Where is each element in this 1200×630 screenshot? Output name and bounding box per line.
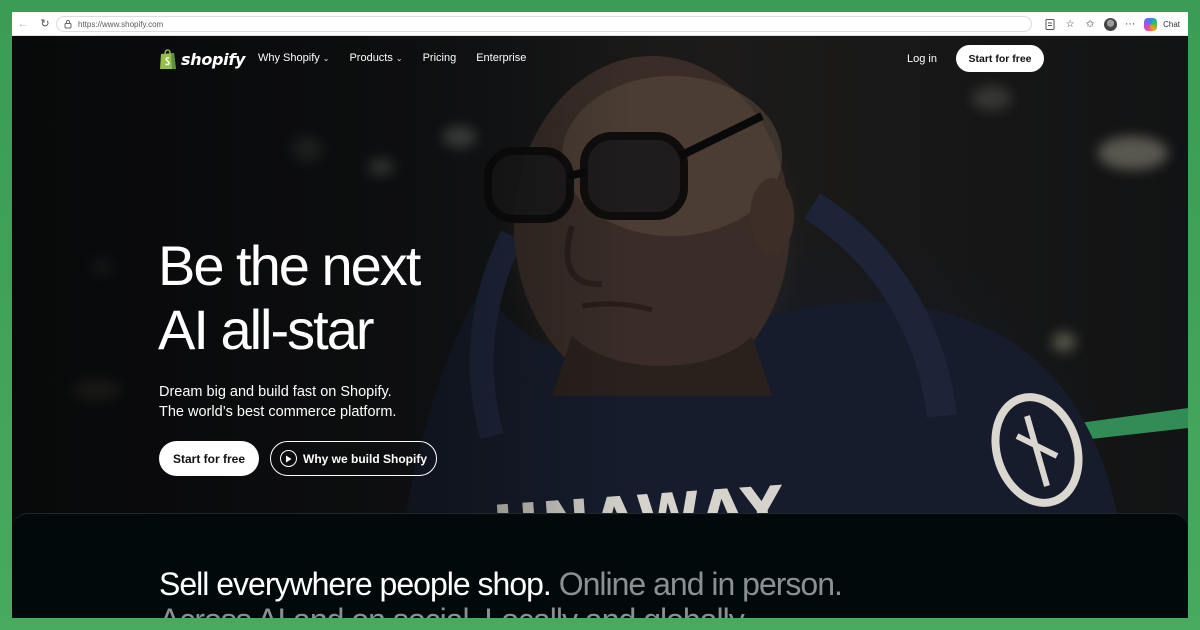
sell-everywhere-section: Sell everywhere people shop. Online and … [12,513,1188,618]
headline-line-1: Be the next [158,234,421,297]
headline-line-2: AI all-star [158,298,375,361]
nav-products[interactable]: Products ⌄ [349,52,402,64]
chevron-down-icon: ⌄ [395,53,403,63]
heading-white-text: Sell everywhere people shop. [159,566,552,602]
site-header: shopify Why Shopify ⌄ Products ⌄ Pricing… [12,36,1188,82]
nav-link-label: Enterprise [476,52,527,64]
start-for-free-header-button[interactable]: Start for free [956,45,1044,72]
heading-gray-text: Online and in person. [558,566,843,602]
why-we-build-label: Why we build Shopify [303,451,427,466]
more-icon[interactable]: ⋯ [1123,17,1137,31]
copilot-button[interactable] [1143,17,1157,31]
shopify-bag-icon [160,48,176,69]
star-icon[interactable]: ☆ [1063,17,1077,31]
shopify-logo[interactable]: shopify [159,48,245,70]
nav-pricing[interactable]: Pricing [423,52,457,64]
login-link[interactable]: Log in [907,53,937,65]
heading-second-line: Across AI and on social. Locally and glo… [159,602,1059,618]
browser-window: ← ↻ https://www.shopify.com ☆ ✩ ⋯ Chat U… [12,12,1188,618]
start-for-free-button[interactable]: Start for free [159,441,259,476]
why-we-build-shopify-button[interactable]: Why we build Shopify [270,441,437,476]
hero-subheadline: Dream big and build fast on Shopify. The… [159,382,396,422]
hero-headline: Be the next AI all-star [158,234,421,362]
section-heading: Sell everywhere people shop. Online and … [159,566,1059,618]
profile-button[interactable] [1103,17,1117,31]
chevron-down-icon: ⌄ [322,53,330,63]
nav-link-label: Why Shopify [258,52,320,64]
nav-link-label: Pricing [422,52,457,64]
play-icon [280,450,297,467]
lock-icon [64,20,72,29]
back-arrow-icon[interactable]: ← [12,12,34,36]
nav-why-shopify[interactable]: Why Shopify ⌄ [258,52,329,64]
address-bar[interactable]: https://www.shopify.com [56,16,1032,32]
address-url: https://www.shopify.com [78,19,164,29]
subheadline-line-2: The world’s best commerce platform. [159,404,397,420]
refresh-icon[interactable]: ↻ [34,12,56,36]
subheadline-line-1: Dream big and build fast on Shopify. [159,384,392,400]
nav-enterprise[interactable]: Enterprise [476,52,526,64]
hero-cta-row: Start for free Why we build Shopify [159,441,437,476]
favorites-icon[interactable]: ✩ [1083,17,1097,31]
profile-avatar [1103,17,1117,31]
reader-mode-icon[interactable] [1043,17,1057,31]
copilot-icon [1143,17,1157,31]
chat-label[interactable]: Chat [1163,20,1180,29]
browser-toolbar: ← ↻ https://www.shopify.com ☆ ✩ ⋯ Chat [12,12,1188,36]
nav-link-label: Products [349,52,393,64]
main-nav: Why Shopify ⌄ Products ⌄ Pricing Enterpr… [258,52,526,64]
hero-section: UNAWAY shopify Why Shopify ⌄ Products ⌄ … [12,36,1188,546]
logo-wordmark: shopify [181,49,246,69]
browser-actions: ☆ ✩ ⋯ Chat [1043,12,1180,36]
